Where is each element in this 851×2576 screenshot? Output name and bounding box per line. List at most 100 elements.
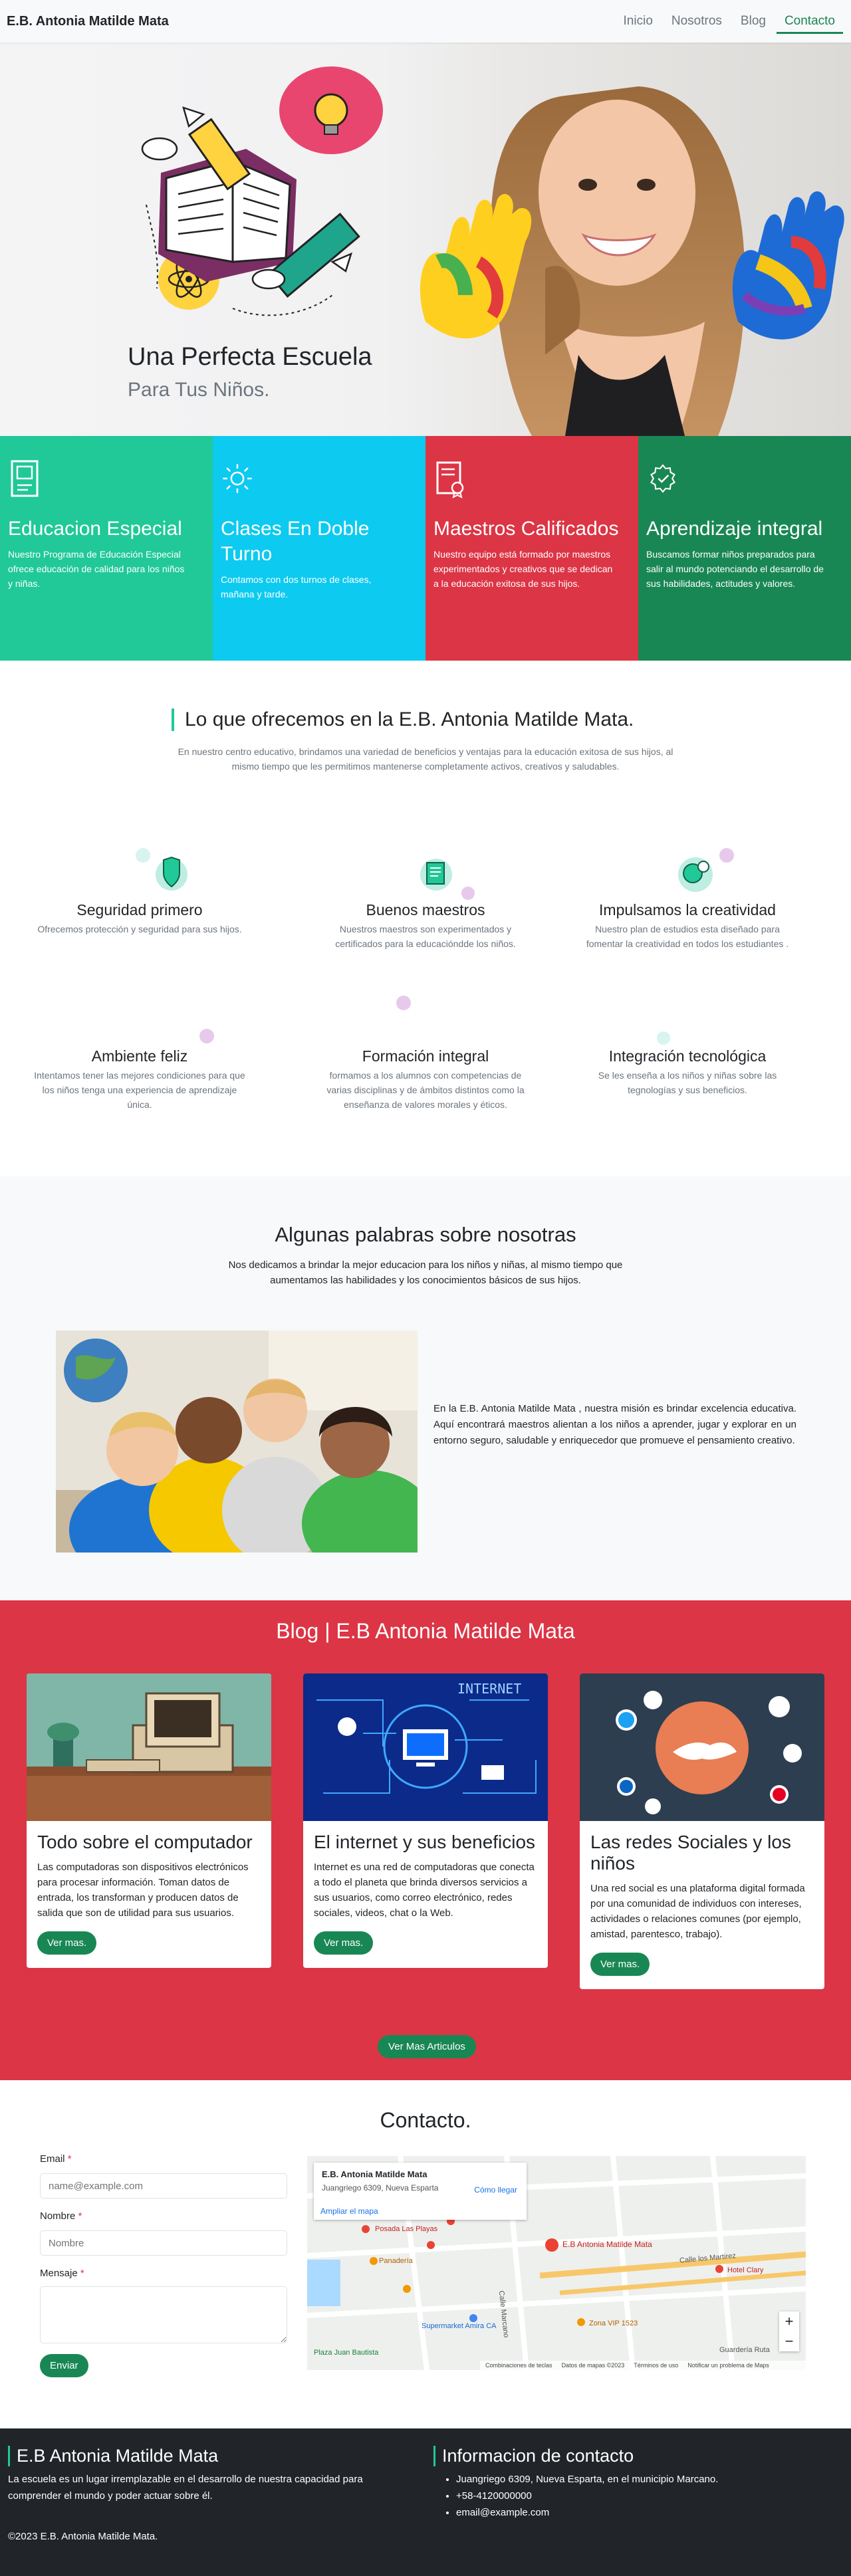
nav-link-blog[interactable]: Blog — [733, 9, 774, 34]
features-row: Educacion Especial Nuestro Programa de E… — [0, 436, 851, 661]
feature-card-doble-turno: Clases En Doble Turno Contamos con dos t… — [213, 436, 426, 661]
feature-text: Contamos con dos turnos de clases, mañan… — [221, 574, 372, 599]
map-embed[interactable]: E.B. Antonia Matilde Mata Juangriego 630… — [307, 2156, 806, 2370]
offer-item-title: Ambiente feliz — [91, 1047, 188, 1065]
offer-item-text: Ofrecemos protección y seguridad para su… — [37, 924, 242, 934]
footer-email[interactable]: email@example.com — [456, 2504, 718, 2521]
read-more-button[interactable]: Ver mas. — [314, 1931, 374, 1955]
email-label-text: Email — [40, 2153, 65, 2165]
required-mark: * — [67, 2153, 72, 2165]
read-more-button[interactable]: Ver mas. — [37, 1931, 97, 1955]
offer-item-creatividad: Impulsamos la creatividad Nuestro plan d… — [554, 899, 820, 951]
required-mark: * — [80, 2268, 84, 2279]
nav-link-inicio[interactable]: Inicio — [616, 9, 661, 34]
map-attribution-item[interactable]: Términos de uso — [634, 2362, 678, 2369]
required-mark: * — [78, 2210, 82, 2222]
feature-title: Aprendizaje integral — [646, 518, 823, 540]
footer-title: E.B Antonia Matilde Mata — [8, 2446, 218, 2466]
offer-item-title: Integración tecnológica — [608, 1047, 767, 1065]
map-label: Guardería Ruta — [719, 2346, 770, 2354]
footer-address: Juangriego 6309, Nueva Esparta, en el mu… — [456, 2471, 718, 2488]
hero-title: Una Perfecta Escuela — [128, 343, 372, 371]
about-text: En la E.B. Antonia Matilde Mata , nuestr… — [433, 1403, 796, 1446]
nav-menu: Inicio Nosotros Blog Contacto — [616, 9, 843, 34]
footer-phone[interactable]: +58-4120000000 — [456, 2488, 718, 2504]
feature-text: Nuestro Programa de Educación Especial o… — [8, 549, 185, 589]
footer-contact-title: Informacion de contacto — [433, 2446, 634, 2466]
read-more-button[interactable]: Ver mas. — [590, 1953, 650, 1976]
copyright: ©2023 E.B. Antonia Matilde Mata. — [8, 2531, 158, 2542]
zoom-out-button[interactable]: − — [779, 2331, 799, 2351]
offer-item-text: formamos a los alumnos con competencias … — [326, 1070, 525, 1110]
decor-dot — [199, 1029, 214, 1043]
map-label: Zona VIP 1523 — [589, 2319, 638, 2327]
decor-dot — [136, 848, 150, 863]
offer-description: En nuestro centro educativo, brindamos u… — [178, 746, 673, 772]
map-directions-link[interactable]: Cómo llegar — [474, 2185, 517, 2195]
offer-item-title: Impulsamos la creatividad — [599, 901, 776, 918]
map-label: Supermarket Amira CA — [422, 2322, 497, 2330]
teacher-book-icon — [420, 859, 452, 891]
blog-heading: Blog | E.B Antonia Matilde Mata — [276, 1619, 575, 1643]
blog-card-text: Las computadoras son dispositivos electr… — [37, 1862, 249, 1919]
feature-card-educacion-especial: Educacion Especial Nuestro Programa de E… — [0, 436, 213, 661]
blog-card-computador: Todo sobre el computador Las computadora… — [27, 1673, 271, 1968]
submit-button[interactable]: Enviar — [40, 2354, 88, 2377]
more-articles-button[interactable]: Ver Mas Articulos — [378, 2035, 476, 2058]
children-photo — [56, 1331, 418, 1553]
nav-link-nosotros[interactable]: Nosotros — [664, 9, 730, 34]
message-label: Mensaje * — [40, 2268, 84, 2279]
offer-item-ambiente: Ambiente feliz Intentamos tener las mejo… — [7, 1045, 273, 1112]
offer-item-maestros: Buenos maestros Nuestros maestros son ex… — [293, 899, 558, 951]
feature-text: Nuestro equipo está formado por maestros… — [433, 549, 613, 589]
offer-item-seguridad: Seguridad primero Ofrecemos protección y… — [7, 899, 273, 936]
retro-computer-image — [27, 1673, 271, 1821]
blog-card-title: El internet y sus beneficios — [314, 1832, 536, 1852]
map-attribution-item[interactable]: Combinaciones de teclas — [485, 2362, 552, 2369]
map-pin-label: E.B Antonia Matilde Mata — [562, 2240, 652, 2249]
name-label: Nombre * — [40, 2210, 82, 2222]
internet-image: INTERNET — [303, 1673, 548, 1821]
hero-subtitle: Para Tus Niños. — [128, 379, 270, 401]
internet-image-label: INTERNET — [457, 1681, 521, 1697]
feature-text: Buscamos formar niños preparados para sa… — [646, 549, 824, 589]
map-label: Posada Las Playas — [375, 2225, 438, 2233]
message-label-text: Mensaje — [40, 2268, 78, 2279]
offer-item-title: Seguridad primero — [76, 901, 203, 918]
message-textarea[interactable] — [40, 2286, 287, 2343]
email-field[interactable] — [40, 2173, 287, 2199]
hero-school-doodle-illustration — [141, 66, 844, 436]
decor-dot — [719, 848, 734, 863]
map-attribution-item[interactable]: Notificar un problema de Maps — [687, 2362, 769, 2369]
feature-title: Clases En Doble Turno — [221, 518, 370, 565]
map-enlarge-link[interactable]: Ampliar el mapa — [320, 2206, 378, 2216]
email-label: Email * — [40, 2153, 72, 2165]
blog-card-text: Internet es una red de computadoras que … — [314, 1862, 535, 1919]
map-label: Panadería — [379, 2257, 413, 2265]
offer-item-formacion: Formación integral formamos a los alumno… — [293, 1045, 558, 1112]
book-icon — [11, 460, 39, 497]
offer-item-title: Buenos maestros — [366, 901, 485, 918]
blog-card-internet: INTERNET El internet y sus beneficios In… — [303, 1673, 548, 1968]
offer-item-title: Formación integral — [362, 1047, 489, 1065]
name-field[interactable] — [40, 2230, 287, 2256]
decor-dot — [657, 1031, 670, 1045]
about-heading: Algunas palabras sobre nosotras — [275, 1223, 576, 1246]
feature-card-maestros: Maestros Calificados Nuestro equipo está… — [426, 436, 638, 661]
zoom-in-button[interactable]: + — [779, 2311, 799, 2331]
contact-heading: Contacto. — [380, 2108, 471, 2132]
nav-link-contacto[interactable]: Contacto — [776, 9, 843, 34]
shield-icon — [156, 856, 187, 891]
blog-card-redes: Las redes Sociales y los niños Una red s… — [580, 1673, 824, 1989]
blog-card-title: Todo sobre el computador — [37, 1832, 253, 1852]
feature-title: Maestros Calificados — [433, 518, 619, 540]
decor-dot — [396, 996, 411, 1010]
about-description: Nos dedicamos a brindar la mejor educaci… — [228, 1259, 623, 1286]
offer-heading: Lo que ofrecemos en la E.B. Antonia Mati… — [172, 708, 634, 731]
brand-logo[interactable]: E.B. Antonia Matilde Mata — [7, 14, 169, 29]
social-network-image — [580, 1673, 824, 1821]
navbar: E.B. Antonia Matilde Mata Inicio Nosotro… — [0, 0, 851, 43]
map-zoom-controls: + − — [779, 2311, 799, 2351]
creativity-icon — [678, 857, 713, 892]
name-label-text: Nombre — [40, 2210, 76, 2222]
